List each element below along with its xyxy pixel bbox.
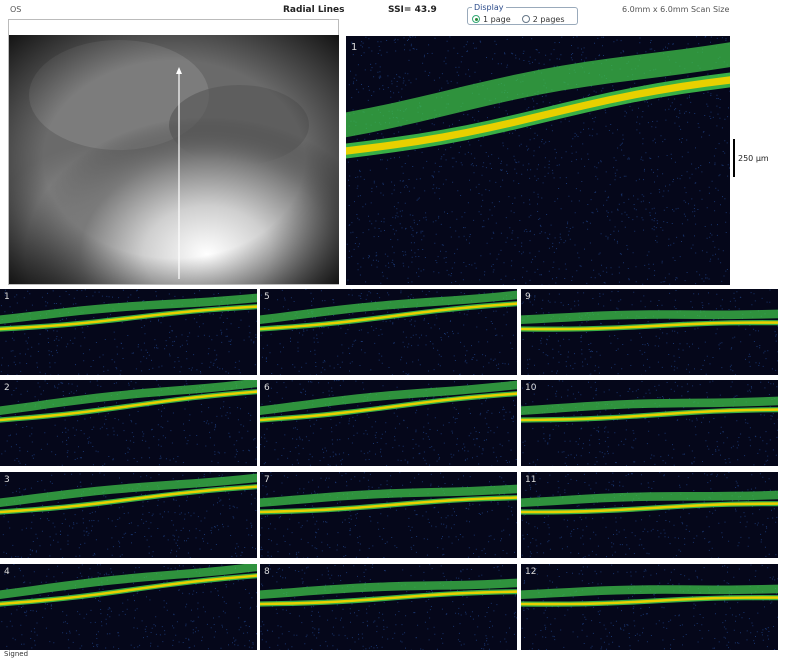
oct-scan-large[interactable]: 1 <box>346 36 730 285</box>
scan-number-label: 5 <box>264 292 270 302</box>
scan-number-label: 1 <box>351 42 358 53</box>
scan-number-label: 9 <box>525 292 531 302</box>
footer-text: Signed <box>4 650 29 658</box>
oct-scan-thumbnail[interactable]: 12 <box>521 564 778 650</box>
oct-scan-thumbnail[interactable]: 1 <box>0 289 257 375</box>
oct-scan-thumbnail[interactable]: 9 <box>521 289 778 375</box>
radio-selected-icon[interactable] <box>472 15 480 23</box>
oct-scan-thumbnail[interactable]: 7 <box>260 472 517 558</box>
scan-number-label: 7 <box>264 475 270 485</box>
scale-bar-label: 250 μm <box>738 154 769 163</box>
oct-scan-thumbnail[interactable]: 8 <box>260 564 517 650</box>
scale-bar <box>733 139 735 177</box>
eye-label: OS <box>10 5 22 14</box>
scan-number-label: 8 <box>264 567 270 577</box>
oct-scan-thumbnail[interactable]: 11 <box>521 472 778 558</box>
fundus-image[interactable] <box>9 35 339 284</box>
display-option-1-page[interactable]: 1 page <box>472 15 511 24</box>
scan-number-label: 12 <box>525 567 537 577</box>
oct-scan-thumbnail[interactable]: 3 <box>0 472 257 558</box>
display-option-label: 2 pages <box>532 14 565 24</box>
oct-scan-thumbnail[interactable]: 2 <box>0 380 257 466</box>
scan-pattern-label: Radial Lines <box>283 5 345 15</box>
scan-number-label: 6 <box>264 383 270 393</box>
signal-strength-label: SSI= 43.9 <box>388 5 437 15</box>
display-legend: Display <box>474 3 504 12</box>
display-options-group: Display 1 page 2 pages <box>467 3 578 25</box>
scan-number-label: 11 <box>525 475 537 485</box>
oct-scan-thumbnail[interactable]: 4 <box>0 564 257 650</box>
radio-unselected-icon[interactable] <box>521 15 530 23</box>
scan-number-label: 4 <box>4 567 10 577</box>
oct-scan-thumbnail[interactable]: 6 <box>260 380 517 466</box>
scan-number-label: 1 <box>4 292 10 302</box>
oct-scan-thumbnail[interactable]: 5 <box>260 289 517 375</box>
scan-number-label: 3 <box>4 475 10 485</box>
display-option-label: 1 page <box>483 14 511 24</box>
scan-number-label: 2 <box>4 383 10 393</box>
display-option-2-pages[interactable]: 2 pages <box>521 14 565 24</box>
oct-scan-thumbnail[interactable]: 10 <box>521 380 778 466</box>
scan-number-label: 10 <box>525 383 537 393</box>
scan-size-label: 6.0mm x 6.0mm Scan Size <box>622 5 730 14</box>
